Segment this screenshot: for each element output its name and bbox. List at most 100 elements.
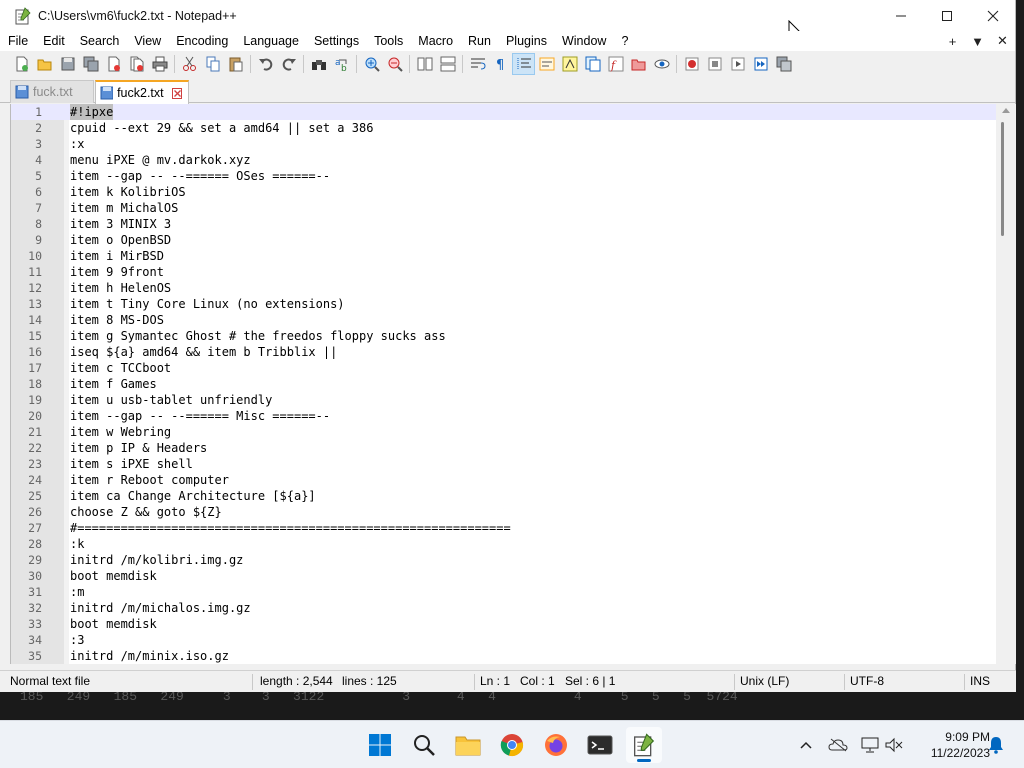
- save-all-button[interactable]: [79, 53, 102, 75]
- status-encoding[interactable]: UTF-8: [846, 671, 884, 693]
- code-line[interactable]: 34:3: [11, 632, 997, 648]
- network-tray-button[interactable]: [860, 735, 880, 755]
- clock[interactable]: 9:09 PM 11/22/2023: [918, 729, 990, 761]
- code-line[interactable]: 30 boot memdisk: [11, 568, 997, 584]
- close-all-button[interactable]: [125, 53, 148, 75]
- code-line[interactable]: 32 initrd /m/michalos.img.gz: [11, 600, 997, 616]
- document-list-button[interactable]: [581, 53, 604, 75]
- code-line[interactable]: 28:k: [11, 536, 997, 552]
- menu-run[interactable]: Run: [461, 31, 499, 51]
- code-line[interactable]: 35 initrd /m/minix.iso.gz: [11, 648, 997, 664]
- code-line[interactable]: 9 item o OpenBSD: [11, 232, 997, 248]
- sync-vertical-scroll-button[interactable]: [413, 53, 436, 75]
- close-file-button[interactable]: [102, 53, 125, 75]
- monitoring-button[interactable]: [650, 53, 673, 75]
- code-line[interactable]: 25 item ca Change Architecture [${a}]: [11, 488, 997, 504]
- macro-stop-button[interactable]: [703, 53, 726, 75]
- code-line[interactable]: 23 item s iPXE shell: [11, 456, 997, 472]
- start-button[interactable]: [362, 727, 398, 763]
- code-line[interactable]: 8 item 3 MINIX 3: [11, 216, 997, 232]
- tab-fuck2-txt[interactable]: fuck2.txt: [95, 80, 189, 104]
- code-line[interactable]: 33 boot memdisk: [11, 616, 997, 632]
- tab-fuck-txt[interactable]: fuck.txt: [10, 80, 94, 103]
- copy-button[interactable]: [201, 53, 224, 75]
- terminal-button[interactable]: [582, 727, 618, 763]
- volume-tray-button[interactable]: [884, 735, 904, 755]
- menu-edit[interactable]: Edit: [36, 31, 73, 51]
- undo-button[interactable]: [254, 53, 277, 75]
- function-list-button[interactable]: f: [604, 53, 627, 75]
- code-line[interactable]: 11 item 9 9front: [11, 264, 997, 280]
- scrollbar-thumb[interactable]: [1001, 122, 1004, 236]
- word-wrap-button[interactable]: [466, 53, 489, 75]
- code-line[interactable]: 2 cpuid --ext 29 && set a amd64 || set a …: [11, 120, 997, 136]
- code-line[interactable]: 3:x: [11, 136, 997, 152]
- code-line[interactable]: 22 item p IP & Headers: [11, 440, 997, 456]
- code-line[interactable]: 24 item r Reboot computer: [11, 472, 997, 488]
- macro-play-button[interactable]: [726, 53, 749, 75]
- search-button[interactable]: [406, 727, 442, 763]
- code-line[interactable]: 7 item m MichalOS: [11, 200, 997, 216]
- code-line[interactable]: 26 choose Z && goto ${Z}: [11, 504, 997, 520]
- new-file-button[interactable]: [10, 53, 33, 75]
- code-line[interactable]: 14 item 8 MS-DOS: [11, 312, 997, 328]
- menu-encoding[interactable]: Encoding: [169, 31, 236, 51]
- find-button[interactable]: [307, 53, 330, 75]
- text-editor[interactable]: 1 #!ipxe 2 cpuid --ext 29 && set a amd64 ||…: [10, 104, 1016, 664]
- save-button[interactable]: [56, 53, 79, 75]
- close-document-button[interactable]: ✕: [990, 33, 1015, 49]
- sync-horizontal-scroll-button[interactable]: [436, 53, 459, 75]
- folder-as-workspace-button[interactable]: [627, 53, 650, 75]
- title-bar[interactable]: C:\Users\vm6\fuck2.txt - Notepad++: [0, 0, 1016, 41]
- code-line[interactable]: 31:m: [11, 584, 997, 600]
- udl-button[interactable]: [535, 53, 558, 75]
- indent-guide-button[interactable]: [512, 53, 535, 75]
- menu-settings[interactable]: Settings: [307, 31, 367, 51]
- code-line[interactable]: 19 item u usb-tablet unfriendly: [11, 392, 997, 408]
- zoom-in-button[interactable]: [360, 53, 383, 75]
- maximize-button[interactable]: [924, 0, 970, 31]
- tab-list-dropdown-button[interactable]: ▼: [965, 34, 990, 49]
- code-line[interactable]: 1 #!ipxe: [11, 104, 997, 120]
- code-line[interactable]: 20 item --gap -- --====== Misc ======--: [11, 408, 997, 424]
- menu-tools[interactable]: Tools: [367, 31, 411, 51]
- close-button[interactable]: [970, 0, 1016, 31]
- code-line[interactable]: 12 item h HelenOS: [11, 280, 997, 296]
- menu-macro[interactable]: Macro: [411, 31, 461, 51]
- menu-window[interactable]: Window: [555, 31, 614, 51]
- menu-plugins[interactable]: Plugins: [499, 31, 555, 51]
- menu-help[interactable]: ?: [614, 31, 636, 51]
- minimize-button[interactable]: [878, 0, 924, 31]
- code-line[interactable]: 13 item t Tiny Core Linux (no extensions): [11, 296, 997, 312]
- code-line[interactable]: 10 item i MirBSD: [11, 248, 997, 264]
- code-line[interactable]: 5 item --gap -- --====== OSes ======--: [11, 168, 997, 184]
- code-line[interactable]: 17 item c TCCboot: [11, 360, 997, 376]
- macro-run-multiple-button[interactable]: [749, 53, 772, 75]
- code-line[interactable]: 18 item f Games: [11, 376, 997, 392]
- code-line[interactable]: 21 item w Webring: [11, 424, 997, 440]
- macro-save-button[interactable]: [772, 53, 795, 75]
- paste-button[interactable]: [224, 53, 247, 75]
- show-hidden-icons-button[interactable]: [796, 735, 816, 755]
- tab-close-button[interactable]: [171, 87, 182, 99]
- firefox-button[interactable]: [538, 727, 574, 763]
- redo-button[interactable]: [277, 53, 300, 75]
- chrome-button[interactable]: [494, 727, 530, 763]
- code-line[interactable]: 6 item k KolibriOS: [11, 184, 997, 200]
- code-line[interactable]: 16 iseq ${a} amd64 && item b Tribblix ||: [11, 344, 997, 360]
- open-file-button[interactable]: [33, 53, 56, 75]
- menu-language[interactable]: Language: [236, 31, 307, 51]
- code-line[interactable]: 29 initrd /m/kolibri.img.gz: [11, 552, 997, 568]
- document-map-button[interactable]: [558, 53, 581, 75]
- code-line[interactable]: 15 item g Symantec Ghost # the freedos fl…: [11, 328, 997, 344]
- zoom-out-button[interactable]: [383, 53, 406, 75]
- status-insert-mode[interactable]: INS: [966, 671, 990, 693]
- menu-search[interactable]: Search: [73, 31, 128, 51]
- print-button[interactable]: [148, 53, 171, 75]
- show-all-characters-button[interactable]: ¶: [489, 53, 512, 75]
- macro-record-button[interactable]: [680, 53, 703, 75]
- menu-file[interactable]: File: [0, 31, 36, 51]
- file-explorer-button[interactable]: [450, 727, 486, 763]
- status-eol[interactable]: Unix (LF): [736, 671, 789, 693]
- code-line[interactable]: 27 #=====================================…: [11, 520, 997, 536]
